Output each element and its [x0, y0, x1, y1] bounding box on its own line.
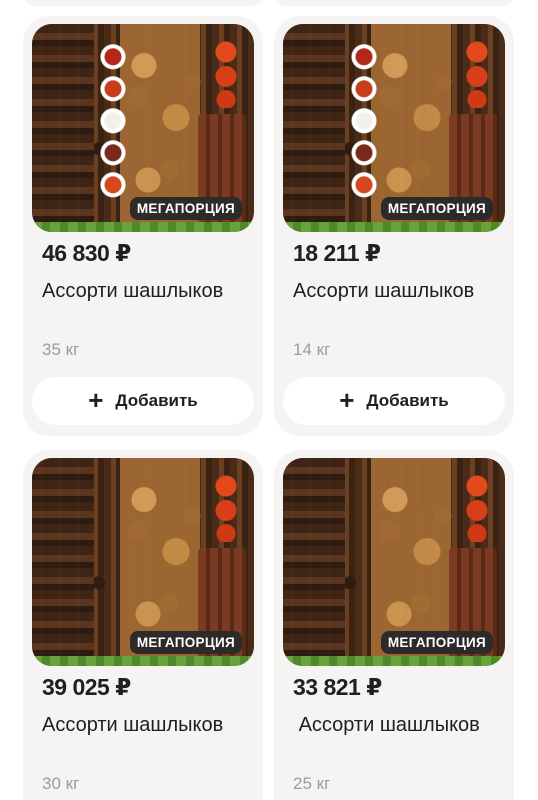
add-to-cart-button[interactable]: + Добавить	[32, 377, 254, 425]
megaportion-badge: МЕГАПОРЦИЯ	[380, 631, 493, 654]
previous-card-edge	[274, 0, 514, 6]
product-weight: 14 кг	[293, 340, 331, 359]
product-photo: МЕГАПОРЦИЯ	[32, 458, 254, 666]
product-weight: 30 кг	[42, 774, 80, 793]
product-title: Ассорти шашлыков	[293, 280, 475, 302]
product-photo: МЕГАПОРЦИЯ	[283, 24, 505, 232]
product-weight: 35 кг	[42, 340, 80, 359]
product-card[interactable]: МЕГАПОРЦИЯ 39 025 ₽ Ассорти шашлыков 30 …	[23, 450, 263, 800]
add-to-cart-button[interactable]: + Добавить	[283, 377, 505, 425]
plus-icon: +	[88, 384, 104, 415]
product-price: 46 830 ₽	[42, 240, 131, 266]
product-weight: 25 кг	[293, 774, 331, 793]
plus-icon: +	[339, 384, 355, 415]
previous-card-edge	[23, 0, 263, 6]
megaportion-badge: МЕГАПОРЦИЯ	[129, 197, 242, 220]
product-title: Ассорти шашлыков	[42, 280, 224, 302]
add-button-label: Добавить	[366, 391, 449, 410]
product-price: 33 821 ₽	[293, 674, 382, 700]
product-card[interactable]: МЕГАПОРЦИЯ 46 830 ₽ Ассорти шашлыков 35 …	[23, 16, 263, 436]
product-photo: МЕГАПОРЦИЯ	[283, 458, 505, 666]
product-card[interactable]: МЕГАПОРЦИЯ 33 821 ₽ Ассорти шашлыков 25 …	[274, 450, 514, 800]
product-title: Ассорти шашлыков	[42, 714, 224, 736]
product-title: Ассорти шашлыков	[293, 714, 480, 736]
megaportion-badge: МЕГАПОРЦИЯ	[129, 631, 242, 654]
product-photo: МЕГАПОРЦИЯ	[32, 24, 254, 232]
product-price: 39 025 ₽	[42, 674, 131, 700]
megaportion-badge: МЕГАПОРЦИЯ	[380, 197, 493, 220]
add-button-label: Добавить	[115, 391, 198, 410]
product-price: 18 211 ₽	[293, 240, 381, 266]
product-card[interactable]: МЕГАПОРЦИЯ 18 211 ₽ Ассорти шашлыков 14 …	[274, 16, 514, 436]
